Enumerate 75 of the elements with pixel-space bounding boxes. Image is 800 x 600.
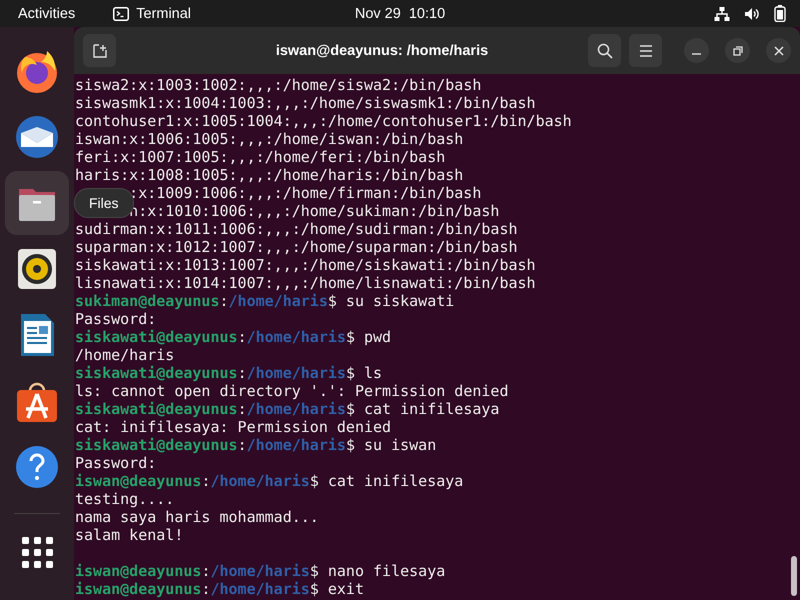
prompt-separator: : bbox=[238, 436, 247, 454]
terminal-output: Password: bbox=[75, 310, 156, 328]
terminal-output: sudirman:x:1011:1006:,,,:/home/sudirman:/bin/bash bbox=[75, 220, 518, 238]
terminal-output: siswa2:x:1003:1002:,,,:/home/siswa2:/bin/bash bbox=[75, 76, 482, 94]
clock[interactable]: Nov 29 10:10 bbox=[354, 6, 446, 22]
battery-icon[interactable] bbox=[774, 5, 786, 22]
app-grid-icon bbox=[21, 536, 53, 568]
prompt-separator: : bbox=[201, 580, 210, 598]
terminal-output: Password: bbox=[75, 454, 156, 472]
terminal-command: $ pwd bbox=[346, 328, 392, 346]
restore-button[interactable] bbox=[725, 38, 750, 63]
prompt-path: /home/haris bbox=[210, 472, 310, 490]
terminal-command: $ cat inifilesaya bbox=[346, 400, 500, 418]
minimize-icon bbox=[692, 53, 701, 55]
new-tab-icon bbox=[92, 44, 106, 58]
terminal-output: /home/haris bbox=[75, 346, 174, 364]
terminal-output: salam kenal! bbox=[75, 526, 184, 544]
dock-item[interactable] bbox=[5, 171, 69, 235]
window-title: iswan@deayunus: /home/haris bbox=[274, 42, 490, 58]
prompt-separator: : bbox=[238, 364, 247, 382]
prompt-path: /home/haris bbox=[228, 292, 328, 310]
prompt-separator: : bbox=[238, 400, 247, 418]
prompt-separator: : bbox=[238, 328, 247, 346]
network-icon[interactable] bbox=[714, 6, 730, 22]
terminal-output: nama saya haris mohammad... bbox=[75, 508, 319, 526]
terminal-output: lisnawati:x:1014:1007:,,,:/home/lisnawati:/bin/bash bbox=[75, 274, 536, 292]
menu-icon bbox=[638, 44, 652, 56]
prompt-separator: : bbox=[201, 472, 210, 490]
prompt-path: /home/haris bbox=[246, 436, 346, 454]
terminal-command: $ nano filesaya bbox=[310, 562, 446, 580]
terminal-output: siskawati:x:1013:1007:,,,:/home/siskawati:/bin/bash bbox=[75, 256, 536, 274]
new-tab-button[interactable] bbox=[83, 34, 116, 67]
search-icon bbox=[596, 42, 612, 58]
terminal-output: contohuser1:x:1005:1004:,,,:/home/contohuser1:/bin/bash bbox=[75, 112, 572, 130]
app-menu[interactable]: Terminal bbox=[113, 6, 192, 22]
minimize-button[interactable] bbox=[684, 38, 709, 63]
prompt-user: siskawati@deayunus bbox=[75, 328, 238, 346]
prompt-user: iswan@deayunus bbox=[75, 580, 202, 598]
menu-button[interactable] bbox=[629, 34, 662, 67]
envelope-globe-icon bbox=[13, 113, 61, 161]
prompt-path: /home/haris bbox=[246, 364, 346, 382]
prompt-user: siskawati@deayunus bbox=[75, 436, 238, 454]
close-button[interactable] bbox=[766, 38, 791, 63]
close-icon bbox=[774, 46, 784, 56]
scrollbar-thumb[interactable] bbox=[791, 556, 797, 596]
terminal-output: feri:x:1007:1005:,,,:/home/feri:/bin/bash bbox=[75, 148, 446, 166]
terminal-command: $ ls bbox=[346, 364, 382, 382]
volume-icon[interactable] bbox=[744, 6, 760, 22]
terminal-output: testing.... bbox=[75, 490, 174, 508]
prompt-user: iswan@deayunus bbox=[75, 472, 202, 490]
terminal-output: ls: cannot open directory '.': Permission denied bbox=[75, 382, 508, 400]
terminal-icon bbox=[113, 6, 130, 20]
prompt-path: /home/haris bbox=[210, 580, 310, 598]
terminal-command: $ su iswan bbox=[346, 436, 436, 454]
search-button[interactable] bbox=[588, 34, 621, 67]
terminal-output: suparman:x:1012:1007:,,,:/home/suparman:/bin/bash bbox=[75, 238, 518, 256]
prompt-user: sukiman@deayunus bbox=[75, 292, 220, 310]
activities-button[interactable]: Activities bbox=[18, 6, 76, 22]
help-icon bbox=[13, 443, 61, 491]
terminal-command: $ cat inifilesaya bbox=[310, 472, 464, 490]
terminal-output: haris:x:1008:1005:,,,:/home/haris:/bin/bash bbox=[75, 166, 464, 184]
prompt-path: /home/haris bbox=[246, 328, 346, 346]
terminal-output: iswan:x:1006:1005:,,,:/home/iswan:/bin/bash bbox=[75, 130, 464, 148]
prompt-path: /home/haris bbox=[246, 400, 346, 418]
prompt-separator: : bbox=[201, 562, 210, 580]
terminal-output: siswasmk1:x:1004:1003:,,,:/home/siswasmk1:/bin/bash bbox=[75, 94, 536, 112]
terminal-output: cat: inifilesaya: Permission denied bbox=[75, 418, 392, 436]
prompt-user: iswan@deayunus bbox=[75, 562, 202, 580]
terminal-command: $ exit bbox=[310, 580, 364, 598]
terminal-command: $ su siskawati bbox=[328, 292, 454, 310]
prompt-separator: : bbox=[220, 292, 229, 310]
prompt-path: /home/haris bbox=[210, 562, 310, 580]
prompt-user: siskawati@deayunus bbox=[75, 364, 238, 382]
restore-icon bbox=[732, 46, 742, 56]
prompt-user: siskawati@deayunus bbox=[75, 400, 238, 418]
